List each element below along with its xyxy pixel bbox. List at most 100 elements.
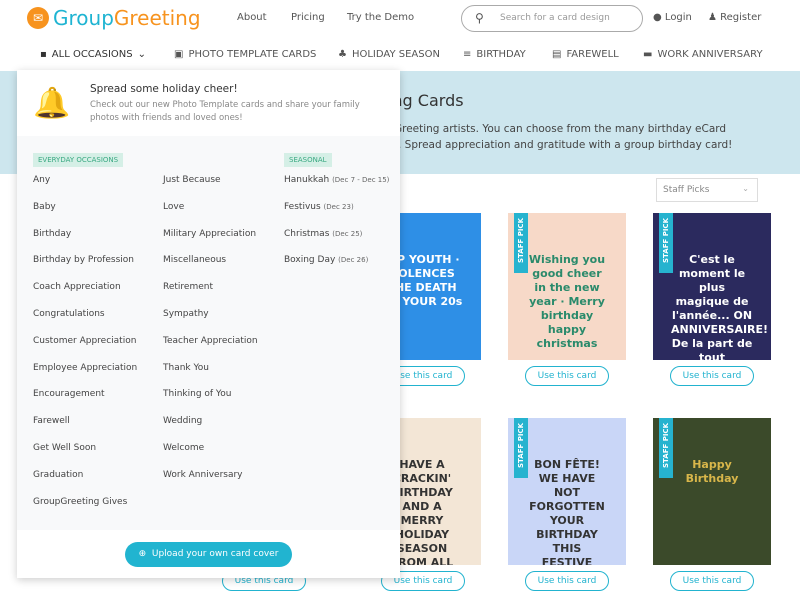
occasion-label: Coach Appreciation xyxy=(33,282,121,293)
occasion-item[interactable]: Get Well Soon xyxy=(33,443,96,453)
user-icon: ● xyxy=(653,12,662,23)
login-link[interactable]: ● Login xyxy=(653,12,692,23)
occasion-item[interactable]: Customer Appreciation xyxy=(33,336,136,346)
category-farewell[interactable]: ▤ FAREWELL xyxy=(552,49,619,60)
category-all-occasions[interactable]: ▪ ALL OCCASIONS ⌄ xyxy=(40,49,146,60)
occasion-item[interactable]: Work Anniversary xyxy=(163,470,243,480)
nav-demo[interactable]: Try the Demo xyxy=(347,12,414,23)
bell-icon: ♣ xyxy=(338,49,347,60)
seasonal-item[interactable]: Christmas (Dec 25) xyxy=(284,229,362,239)
upload-card-cover-button[interactable]: ⊕ Upload your own card cover xyxy=(125,542,292,567)
occasion-item[interactable]: Military Appreciation xyxy=(163,229,256,239)
staff-pick-ribbon: STAFF PICK xyxy=(659,418,673,478)
seasonal-item[interactable]: Boxing Day (Dec 26) xyxy=(284,255,368,265)
occasion-label: Farewell xyxy=(33,416,70,427)
card-thumbnail[interactable]: STAFF PICK BON FÊTE! WE HAVE NOT FORGOTTE… xyxy=(508,418,626,565)
occasion-item[interactable]: Encouragement xyxy=(33,389,105,399)
upload-label: Upload your own card cover xyxy=(151,549,279,559)
hero-description: GroupGreeting artists. You can choose fr… xyxy=(362,121,782,153)
occasion-item[interactable]: Thank You xyxy=(163,363,209,373)
occasion-label: Birthday by Profession xyxy=(33,255,134,266)
seasonal-item[interactable]: Hanukkah (Dec 7 - Dec 15) xyxy=(284,175,389,185)
occasion-label: Military Appreciation xyxy=(163,228,257,239)
seasonal-item[interactable]: Festivus (Dec 23) xyxy=(284,202,354,212)
chevron-down-icon: ⌄ xyxy=(742,184,749,193)
cake-icon: ≡ xyxy=(463,49,472,60)
occasion-label: Get Well Soon xyxy=(33,443,97,453)
occasion-label: Retirement xyxy=(163,282,213,293)
login-label: Login xyxy=(664,12,692,23)
use-card-button[interactable]: Use this card xyxy=(670,571,754,591)
occasion-label: Thank You xyxy=(163,362,210,373)
occasion-label: Work Anniversary xyxy=(163,469,243,480)
occasion-label: Festivus xyxy=(284,201,321,212)
occasion-label: Hanukkah xyxy=(284,175,330,185)
occasion-item[interactable]: Any xyxy=(33,175,50,185)
calendar-icon: ▪ xyxy=(40,49,47,60)
use-card-button[interactable]: Use this card xyxy=(670,366,754,386)
occasion-label: Congratulations xyxy=(33,309,105,319)
occasion-item[interactable]: Just Because xyxy=(163,175,221,185)
card-thumbnail[interactable]: STAFF PICK C'est le moment le plus magiqu… xyxy=(653,213,771,360)
brand-name-accent: Greeting xyxy=(113,6,201,30)
category-label: FAREWELL xyxy=(566,49,619,60)
occasion-label: Birthday xyxy=(33,228,72,239)
staff-pick-ribbon: STAFF PICK xyxy=(514,213,528,273)
occasion-item[interactable]: Birthday xyxy=(33,229,71,239)
category-photo-template[interactable]: ▣ PHOTO TEMPLATE CARDS xyxy=(174,49,316,60)
card-thumbnail[interactable]: STAFF PICK Wishing you good cheer in the … xyxy=(508,213,626,360)
occasion-label: Customer Appreciation xyxy=(33,335,137,346)
occasion-item[interactable]: Farewell xyxy=(33,416,70,426)
nav-about[interactable]: About xyxy=(237,12,267,23)
nav-pricing[interactable]: Pricing xyxy=(291,12,325,23)
bells-icon: 🔔 xyxy=(33,86,71,121)
dropdown-footer: ⊕ Upload your own card cover xyxy=(17,530,400,578)
use-card-button[interactable]: Use this card xyxy=(525,571,609,591)
occasion-item[interactable]: Sympathy xyxy=(163,309,209,319)
occasion-label: Baby xyxy=(33,201,56,212)
occasion-item[interactable]: Coach Appreciation xyxy=(33,282,121,292)
occasion-label: Graduation xyxy=(33,469,84,480)
card-thumbnail[interactable]: STAFF PICK Happy Birthday xyxy=(653,418,771,565)
occasion-label: Teacher Appreciation xyxy=(163,335,258,346)
seasonal-date: (Dec 26) xyxy=(338,256,369,265)
register-icon: ♟ xyxy=(708,12,717,23)
search-input[interactable]: ⚲ Search for a card design xyxy=(461,5,643,32)
occasion-item[interactable]: Thinking of You xyxy=(163,389,231,399)
occasion-item[interactable]: Retirement xyxy=(163,282,213,292)
photo-icon: ▣ xyxy=(174,49,184,60)
everyday-occasions-label: EVERYDAY OCCASIONS xyxy=(33,153,124,167)
search-icon: ⚲ xyxy=(475,11,484,25)
logo[interactable]: ✉ GroupGreeting xyxy=(27,6,201,30)
category-holiday[interactable]: ♣ HOLIDAY SEASON xyxy=(338,49,440,60)
occasion-label: Boxing Day xyxy=(284,255,336,266)
category-label: HOLIDAY SEASON xyxy=(351,49,440,60)
occasion-item[interactable]: Baby xyxy=(33,202,56,212)
category-label: ALL OCCASIONS xyxy=(51,49,133,60)
register-link[interactable]: ♟ Register xyxy=(708,12,761,23)
promo-title: Spread some holiday cheer! xyxy=(90,83,238,95)
occasions-dropdown: 🔔 Spread some holiday cheer! Check out o… xyxy=(17,70,400,578)
seasonal-date: (Dec 7 - Dec 15) xyxy=(332,176,390,184)
occasion-item[interactable]: Graduation xyxy=(33,470,83,480)
use-card-button[interactable]: Use this card xyxy=(525,366,609,386)
occasion-item[interactable]: GroupGreeting Gives xyxy=(33,497,127,507)
occasion-item[interactable]: Employee Appreciation xyxy=(33,363,137,373)
sort-select[interactable]: Staff Picks ⌄ xyxy=(656,178,758,202)
category-label: WORK ANNIVERSARY xyxy=(657,49,763,60)
occasion-item[interactable]: Wedding xyxy=(163,416,202,426)
staff-pick-ribbon: STAFF PICK xyxy=(659,213,673,273)
occasion-item[interactable]: Congratulations xyxy=(33,309,105,319)
occasion-item[interactable]: Teacher Appreciation xyxy=(163,336,258,346)
briefcase-icon: ▬ xyxy=(643,49,653,60)
promo-banner[interactable]: 🔔 Spread some holiday cheer! Check out o… xyxy=(17,70,400,136)
staff-pick-ribbon: STAFF PICK xyxy=(514,418,528,478)
hero-line: GroupGreeting artists. You can choose fr… xyxy=(362,123,727,135)
occasion-item[interactable]: Birthday by Profession xyxy=(33,255,134,265)
category-birthday[interactable]: ≡ BIRTHDAY xyxy=(463,49,526,60)
category-work-anniversary[interactable]: ▬ WORK ANNIVERSARY xyxy=(643,49,763,60)
occasion-item[interactable]: Miscellaneous xyxy=(163,255,226,265)
category-label: BIRTHDAY xyxy=(476,49,526,60)
occasion-item[interactable]: Love xyxy=(163,202,184,212)
occasion-item[interactable]: Welcome xyxy=(163,443,204,453)
